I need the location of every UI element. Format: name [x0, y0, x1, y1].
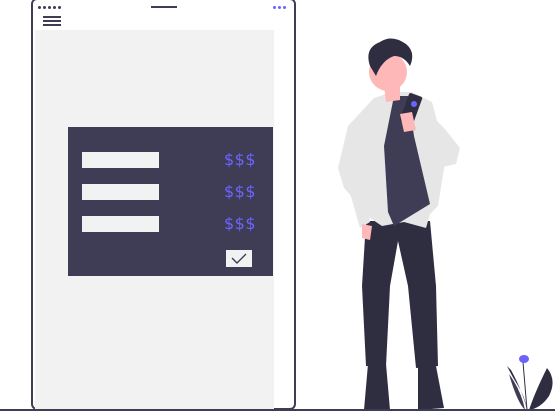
- line-item-placeholder: [82, 184, 159, 200]
- hamburger-icon[interactable]: [43, 16, 61, 27]
- speaker-notch: [151, 6, 177, 8]
- signal-dots-icon: [38, 6, 61, 9]
- confirm-checkbox[interactable]: [226, 250, 252, 267]
- person-illustration: [338, 38, 460, 410]
- line-item-placeholder: [82, 216, 159, 232]
- checkmark-icon: [231, 253, 247, 264]
- line-item-amount: $$$: [224, 182, 257, 201]
- ground-line: [0, 409, 555, 411]
- more-dots-icon[interactable]: [273, 6, 286, 9]
- line-item-amount: $$$: [224, 150, 257, 169]
- line-item-amount: $$$: [224, 214, 257, 233]
- line-item-placeholder: [82, 152, 159, 168]
- invoice-card: $$$ $$$ $$$: [68, 127, 273, 276]
- plant-illustration: [507, 355, 553, 411]
